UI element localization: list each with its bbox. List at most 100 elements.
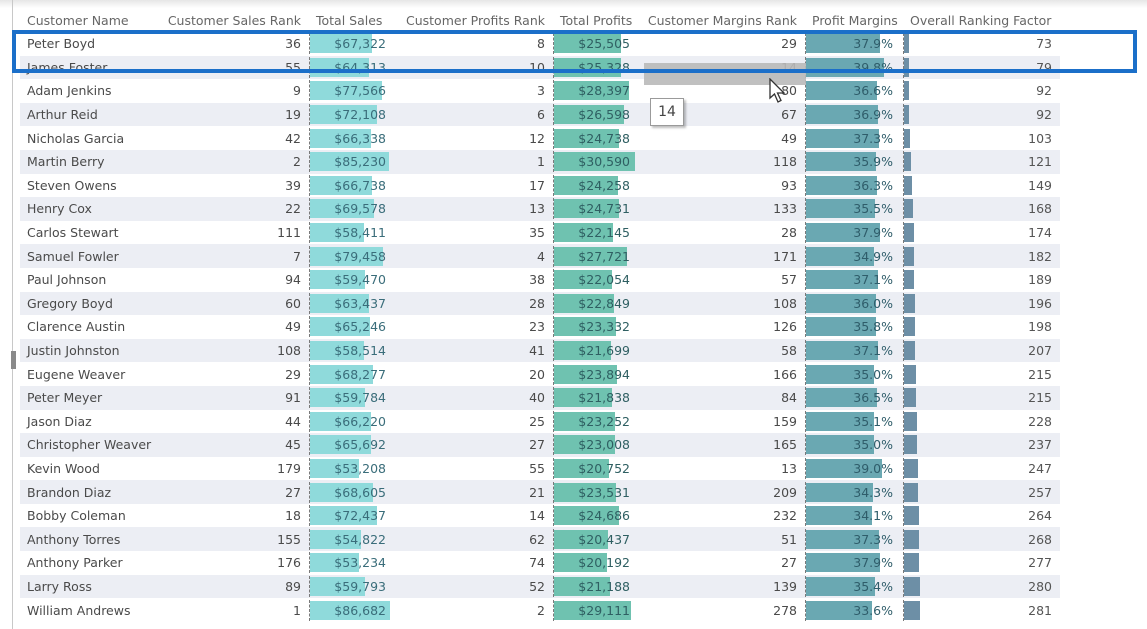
cell-profits-rank: 3 bbox=[396, 79, 553, 103]
data-bar-track: $23,252 bbox=[553, 410, 640, 432]
cell-profits-rank: 27 bbox=[396, 433, 553, 457]
data-bar-track: $21,699 bbox=[553, 340, 640, 362]
cell-profits-rank: 74 bbox=[396, 551, 553, 575]
cell-margins-rank: 51 bbox=[640, 527, 805, 552]
cell-overall: 215 bbox=[903, 385, 1060, 410]
cell-profit-margins: 36.5% bbox=[805, 385, 903, 410]
cell-value-profit-margins: 37.3% bbox=[853, 531, 893, 547]
cell-profit-margins: 35.5% bbox=[805, 197, 903, 221]
data-bar-track: $65,692 bbox=[309, 434, 396, 456]
table-row[interactable]: Larry Ross 89 $59,793 52 $21,188 139 35.4% 280 bbox=[20, 574, 1060, 599]
cell-value-profit-margins: 39.8% bbox=[853, 59, 893, 75]
cell-value-profit-margins: 34.1% bbox=[853, 508, 893, 524]
cell-value-total-sales: $68,605 bbox=[334, 484, 386, 500]
column-header-overall[interactable]: Overall Ranking Factor bbox=[903, 8, 1060, 32]
cell-value-profit-margins: 37.3% bbox=[853, 130, 893, 146]
table-row[interactable]: Justin Johnston 108 $58,514 41 $21,699 58 37.1… bbox=[20, 338, 1060, 363]
table-row[interactable]: Martin Berry 2 $85,230 1 $30,590 118 35.9% 121 bbox=[20, 149, 1060, 174]
cell-total-profits: $23,894 bbox=[553, 362, 640, 386]
cell-name: Arthur Reid bbox=[20, 102, 157, 127]
table-row[interactable]: Steven Owens 39 $66,738 17 $24,258 93 36.3% 149 bbox=[20, 173, 1060, 198]
data-bar-overall bbox=[904, 270, 915, 290]
data-bar-track: 33.6% bbox=[805, 599, 903, 621]
table-row[interactable]: Carlos Stewart 111 $58,411 35 $22,145 28 37.9%… bbox=[20, 220, 1060, 245]
cell-total-profits: $21,838 bbox=[553, 385, 640, 410]
cell-value-total-profits: $20,192 bbox=[578, 555, 630, 571]
cell-name: Paul Johnson bbox=[20, 267, 157, 292]
table-row[interactable]: Anthony Parker 176 $53,234 74 $20,192 27 37.9%… bbox=[20, 551, 1060, 575]
cell-value-overall: 280 bbox=[1028, 578, 1052, 594]
table-row[interactable]: Peter Boyd 36 $67,322 8 $25,505 29 37.9% 73 bbox=[20, 32, 1060, 56]
data-bar-overall bbox=[904, 364, 916, 384]
data-bar-track: 198 bbox=[903, 316, 1060, 338]
table-row[interactable]: Nicholas Garcia 42 $66,338 12 $24,738 49 37.3%… bbox=[20, 126, 1060, 150]
table-row[interactable]: Adam Jenkins 9 $77,566 3 $28,397 80 36.6% 92 bbox=[20, 79, 1060, 103]
table-row[interactable]: Brandon Diaz 27 $68,605 21 $23,531 209 34.3% 25… bbox=[20, 480, 1060, 504]
table-row[interactable]: James Foster55$64,31310$25,3281439.8%79 bbox=[20, 55, 1060, 80]
cell-value-total-profits: $23,008 bbox=[578, 437, 630, 453]
column-header-name[interactable]: Customer Name bbox=[20, 8, 157, 32]
table-row[interactable]: Eugene Weaver 29 $68,277 20 $23,894 166 35.0% 2… bbox=[20, 362, 1060, 386]
cell-margins-rank: 171 bbox=[640, 244, 805, 268]
cell-margins-rank: 93 bbox=[640, 173, 805, 198]
data-bar-track: $58,514 bbox=[309, 340, 396, 362]
column-header-profits-rank[interactable]: Customer Profits Rank bbox=[396, 8, 553, 32]
table-row[interactable]: Kevin Wood 179 $53,208 55 $20,752 13 39.0% 247 bbox=[20, 456, 1060, 481]
data-bar-overall bbox=[904, 57, 909, 77]
cell-value-total-profits: $24,258 bbox=[578, 177, 630, 193]
cell-value-profit-margins: 35.1% bbox=[853, 413, 893, 429]
column-header-margins-rank[interactable]: Customer Margins Rank bbox=[640, 8, 805, 32]
cell-value-total-profits: $21,188 bbox=[578, 578, 630, 594]
table-row[interactable]: Paul Johnson 94 $59,470 38 $22,054 57 37.1% 189 bbox=[20, 267, 1060, 292]
data-bar-track: $68,605 bbox=[309, 481, 396, 503]
cell-value-total-profits: $30,590 bbox=[578, 154, 630, 170]
cell-margins-rank: 58 bbox=[640, 338, 805, 363]
table-row[interactable]: Anthony Torres 155 $54,822 62 $20,437 51 37.3%… bbox=[20, 527, 1060, 552]
cell-sales-rank: 111 bbox=[157, 220, 309, 245]
cell-margins-rank: 126 bbox=[640, 315, 805, 339]
table-body: Peter Boyd 36 $67,322 8 $25,505 29 37.9% 73 Jame… bbox=[20, 32, 1060, 622]
data-bar-overall bbox=[904, 105, 910, 125]
data-bar-track: 215 bbox=[903, 387, 1060, 409]
cell-name: William Andrews bbox=[20, 598, 157, 622]
data-bar-track: $63,437 bbox=[309, 292, 396, 314]
table-row[interactable]: Clarence Austin 49 $65,246 23 $23,332 126 35.8… bbox=[20, 315, 1060, 339]
column-header-profit-margins[interactable]: Profit Margins bbox=[805, 8, 903, 32]
cell-margins-rank: 84 bbox=[640, 385, 805, 410]
data-bar-overall bbox=[904, 435, 918, 455]
data-bar-track: 207 bbox=[903, 340, 1060, 362]
table-row[interactable]: Christopher Weaver 45 $65,692 27 $23,008 165 3… bbox=[20, 433, 1060, 457]
table-row[interactable]: William Andrews 1 $86,682 2 $29,111 278 33.6% 2… bbox=[20, 598, 1060, 622]
cell-value-total-profits: $21,838 bbox=[578, 390, 630, 406]
table-row[interactable]: Arthur Reid 19 $72,108 6 $26,598 67 36.9% 92 bbox=[20, 102, 1060, 127]
cell-value-total-profits: $20,437 bbox=[578, 531, 630, 547]
cell-value-total-sales: $59,470 bbox=[334, 272, 386, 288]
cell-value-overall: 257 bbox=[1028, 484, 1052, 500]
cell-profit-margins: 36.6% bbox=[805, 79, 903, 103]
table-row[interactable]: Samuel Fowler 7 $79,458 4 $27,721 171 34.9% 182 bbox=[20, 244, 1060, 268]
column-header-total-profits[interactable]: Total Profits bbox=[553, 8, 640, 32]
cell-profit-margins: 36.9% bbox=[805, 102, 903, 127]
cell-name: Gregory Boyd bbox=[20, 291, 157, 316]
table-row[interactable]: Jason Diaz 44 $66,220 25 $23,252 159 35.1% 228 bbox=[20, 409, 1060, 434]
table-row[interactable]: Gregory Boyd 60 $63,437 28 $22,849 108 36.0% 19… bbox=[20, 291, 1060, 316]
cell-sales-rank: 176 bbox=[157, 551, 309, 575]
cell-value-total-sales: $86,682 bbox=[334, 602, 386, 618]
data-bar-track: $20,192 bbox=[553, 552, 640, 574]
column-header-total-sales[interactable]: Total Sales bbox=[309, 8, 396, 32]
resize-handle[interactable] bbox=[11, 351, 16, 369]
data-bar-overall bbox=[904, 81, 910, 101]
cell-name: Peter Meyer bbox=[20, 385, 157, 410]
cell-value-overall: 149 bbox=[1028, 177, 1052, 193]
data-bar-track: $79,458 bbox=[309, 245, 396, 267]
table-row[interactable]: Peter Meyer 91 $59,784 40 $21,838 84 36.5% 215 bbox=[20, 385, 1060, 410]
cell-sales-rank: 18 bbox=[157, 503, 309, 528]
column-header-sales-rank[interactable]: Customer Sales Rank bbox=[157, 8, 309, 32]
table-row[interactable]: Henry Cox 22 $69,578 13 $24,731 133 35.5% 168 bbox=[20, 197, 1060, 221]
cell-value-total-profits: $24,738 bbox=[578, 130, 630, 146]
data-bar-track: $67,322 bbox=[309, 33, 396, 55]
data-bar-track: 37.3% bbox=[805, 528, 903, 550]
data-bar-track: 36.5% bbox=[805, 387, 903, 409]
table-row[interactable]: Bobby Coleman 18 $72,437 14 $24,686 232 34.1% 2… bbox=[20, 503, 1060, 528]
data-bar-track: 37.9% bbox=[805, 552, 903, 574]
